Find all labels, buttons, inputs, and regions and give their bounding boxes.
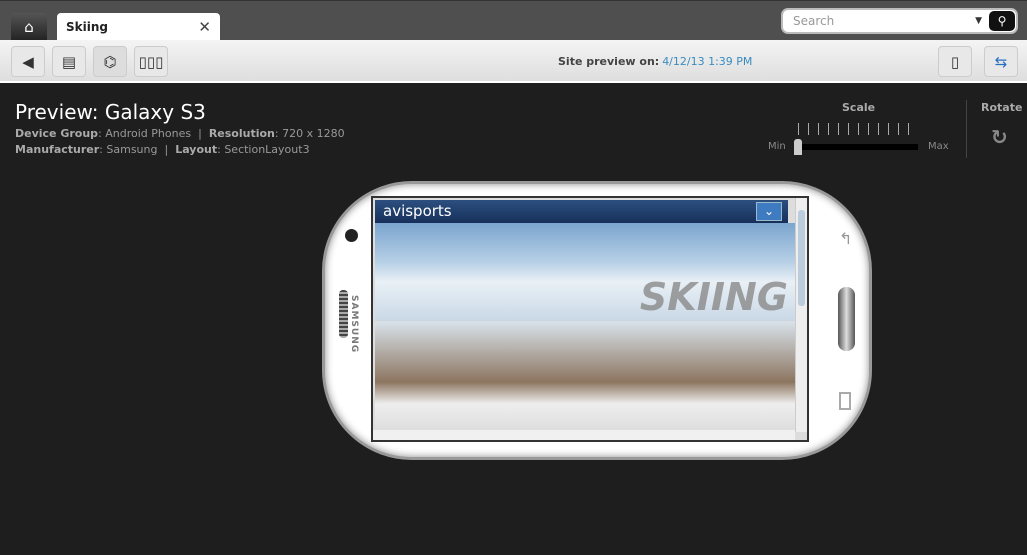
search-input[interactable]: Search — [793, 14, 834, 28]
speaker-grille — [339, 290, 348, 338]
camera-icon — [345, 229, 358, 242]
page-title: Preview: Galaxy S3 — [15, 100, 206, 124]
device-home-button[interactable] — [838, 287, 855, 351]
site-header: avisports ⌄ — [375, 200, 788, 223]
tab-label: Skiing — [66, 20, 108, 34]
scale-slider-handle[interactable] — [794, 139, 802, 155]
toolbar: ◀ ▤ ⌬ ▯▯▯ Site preview on: 4/12/13 1:39 P… — [0, 40, 1027, 83]
rotate-icon[interactable]: ↻ — [991, 125, 1008, 149]
back-button[interactable]: ◀ — [11, 46, 45, 77]
sync-icon: ⇆ — [994, 52, 1008, 71]
device-screen: avisports ⌄ SKIING — [371, 196, 809, 442]
rotate-label: Rotate — [981, 101, 1023, 114]
device-button[interactable]: ▯ — [938, 46, 972, 77]
multi-device-button[interactable]: ▯▯▯ — [134, 46, 168, 77]
site-preview-info: Site preview on: 4/12/13 1:39 PM — [558, 55, 752, 68]
cabins-image[interactable] — [375, 322, 796, 431]
device-meta-1: Device Group: Android Phones | Resolutio… — [15, 127, 345, 140]
divider — [966, 100, 967, 158]
scale-min-label: Min — [768, 141, 786, 152]
site-menu-button[interactable]: ⌄ — [756, 202, 782, 221]
chevron-down-icon[interactable]: ▼ — [975, 16, 982, 26]
layout-icon: ▤ — [61, 52, 77, 71]
devices-icon: ▯▯▯ — [138, 52, 164, 71]
tab-skiing[interactable]: Skiing ✕ — [57, 13, 220, 41]
phone-icon: ▯ — [950, 52, 960, 71]
close-icon[interactable]: ✕ — [198, 18, 211, 36]
scale-ticks — [798, 123, 918, 135]
layout-view-button[interactable]: ▤ — [52, 46, 86, 77]
search-box[interactable]: Search ▼ ⚲ — [781, 8, 1018, 34]
site-logo: avisports — [383, 202, 452, 220]
device-menu-key-icon[interactable] — [839, 392, 851, 410]
banner-text: SKIING — [639, 275, 788, 319]
back-arrow-icon: ◀ — [22, 52, 34, 71]
refresh-button[interactable]: ⇆ — [984, 46, 1018, 77]
preview-time: 4/12/13 1:39 PM — [662, 55, 753, 68]
search-icon[interactable]: ⚲ — [989, 11, 1015, 31]
skiing-banner-image[interactable]: SKIING — [375, 223, 796, 321]
preview-label: Site preview on: — [558, 55, 660, 68]
binoculars-icon: ⌬ — [103, 52, 117, 71]
top-bar: ⌂ Skiing ✕ Search ▼ ⚲ — [0, 0, 1027, 41]
home-icon: ⌂ — [24, 18, 34, 36]
device-back-key-icon[interactable]: ↰ — [839, 229, 852, 248]
device-meta-2: Manufacturer: Samsung | Layout: SectionL… — [15, 143, 310, 156]
home-tab[interactable]: ⌂ — [11, 13, 47, 41]
preview-button[interactable]: ⌬ — [93, 46, 127, 77]
scale-slider[interactable] — [798, 144, 918, 150]
device-brand: SAMSUNG — [349, 295, 359, 354]
vertical-scrollbar[interactable] — [795, 198, 807, 432]
scale-max-label: Max — [928, 141, 949, 152]
horizontal-scrollbar[interactable] — [373, 430, 795, 440]
scale-label: Scale — [842, 101, 876, 114]
